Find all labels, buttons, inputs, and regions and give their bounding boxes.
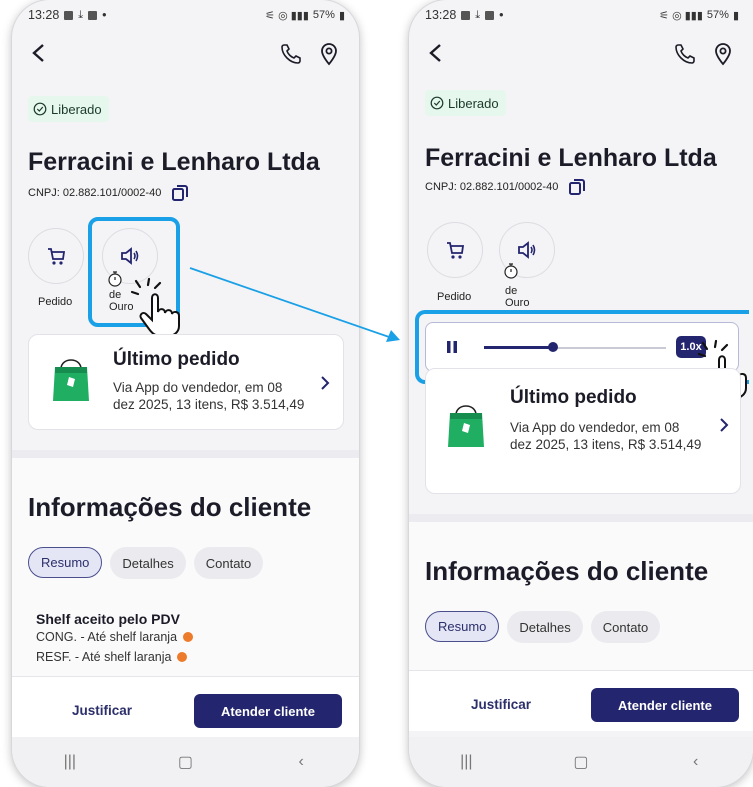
speaker-icon	[518, 241, 536, 259]
system-back-icon[interactable]: ‹	[676, 752, 716, 772]
signal-icons: ⚟ ◎ ▮▮▮	[659, 9, 703, 22]
audio-action-label: de Ouro	[505, 285, 529, 309]
tab-resumo[interactable]: Resumo	[425, 611, 500, 642]
phone-icon[interactable]	[673, 42, 697, 66]
status-chip: Liberado	[425, 90, 506, 116]
last-order-desc-line1: Via App do vendedor, em 08	[510, 420, 680, 435]
system-nav-bar: ||| ▢ ‹	[409, 737, 753, 787]
cnpj: CNPJ: 02.882.101/0002-40	[425, 178, 586, 196]
tab-contato[interactable]: Contato	[590, 611, 661, 643]
order-action-label: Pedido	[437, 291, 472, 303]
battery-level: 57%	[706, 9, 729, 21]
company-name: Ferracini e Lenharo Ltda	[425, 144, 717, 172]
home-icon[interactable]: ▢	[561, 752, 601, 772]
battery-icon: ▮	[732, 9, 739, 22]
last-order-desc-line2: dez 2025, 13 itens, R$ 3.514,49	[510, 437, 702, 452]
location-pin-icon[interactable]	[711, 42, 735, 66]
info-section	[409, 522, 753, 688]
section-divider	[409, 514, 753, 522]
cart-icon	[447, 242, 465, 259]
serve-client-button[interactable]: Atender cliente	[591, 688, 739, 722]
shopping-bag-icon	[448, 405, 484, 447]
info-title: Informações do cliente	[425, 556, 709, 586]
clock: 13:28	[425, 8, 457, 22]
chevron-right-icon	[720, 418, 729, 432]
audio-label-line2: Ouro	[505, 297, 530, 309]
timer-icon	[504, 263, 518, 279]
last-order-title: Último pedido	[510, 387, 637, 408]
tab-detalhes[interactable]: Detalhes	[507, 611, 583, 643]
notification-icon	[485, 10, 495, 20]
status-bar: 13:28 ⤓ • ⚟ ◎ ▮▮▮ 57% ▮	[425, 6, 739, 24]
audio-label-line1: de	[505, 285, 518, 297]
download-icon: ⤓	[475, 8, 481, 21]
copy-icon[interactable]	[568, 178, 586, 196]
recent-apps-icon[interactable]: |||	[446, 752, 486, 772]
notification-icon	[461, 10, 471, 20]
last-order-description: Via App do vendedor, em 08 dez 2025, 13 …	[510, 419, 701, 453]
justify-button[interactable]: Justificar	[471, 697, 531, 712]
back-icon[interactable]	[425, 38, 449, 68]
info-tabs: Resumo Detalhes Contato	[425, 611, 661, 643]
dot-icon: •	[499, 8, 504, 22]
last-order-card[interactable]: Último pedido Via App do vendedor, em 08…	[425, 368, 741, 494]
phone-screen-after: 13:28 ⤓ • ⚟ ◎ ▮▮▮ 57% ▮ Liberado Ferraci…	[409, 0, 753, 787]
status-chip-label: Liberado	[448, 95, 499, 111]
check-circle-icon	[430, 96, 444, 110]
bottom-action-bar: Justificar Atender cliente	[409, 670, 753, 731]
cnpj-text: CNPJ: 02.882.101/0002-40	[425, 181, 559, 193]
order-action-button[interactable]	[427, 222, 483, 278]
